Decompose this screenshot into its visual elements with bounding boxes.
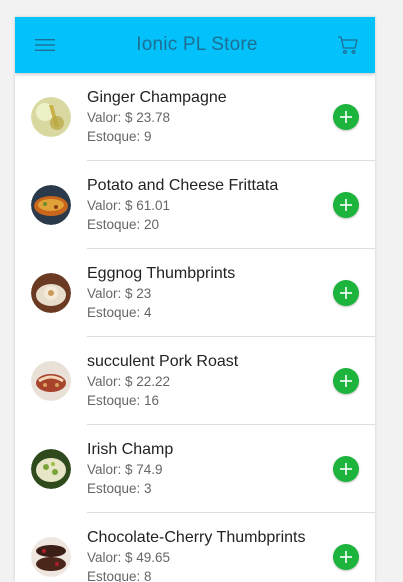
product-list-item[interactable]: Potato and Cheese Frittata Valor: $ 61.01… bbox=[15, 161, 375, 249]
add-to-cart-button[interactable] bbox=[333, 368, 359, 394]
cart-icon bbox=[338, 36, 358, 55]
menu-icon bbox=[35, 39, 55, 51]
product-list-item[interactable]: Ginger Champagne Valor: $ 23.78 Estoque: 9 bbox=[15, 73, 375, 161]
add-to-cart-button[interactable] bbox=[333, 192, 359, 218]
product-list-item[interactable]: succulent Pork Roast Valor: $ 22.22 Estoqu… bbox=[15, 337, 375, 425]
plus-icon bbox=[340, 463, 352, 475]
product-list-item[interactable]: Irish Champ Valor: $ 74.9 Estoque: 3 bbox=[15, 425, 375, 513]
menu-button[interactable] bbox=[33, 32, 59, 58]
add-to-cart-button[interactable] bbox=[333, 544, 359, 570]
product-info: Potato and Cheese Frittata Valor: $ 61.01… bbox=[87, 176, 333, 234]
product-stock: Estoque: 16 bbox=[87, 393, 160, 408]
product-price: Valor: $ 23.78 bbox=[87, 110, 171, 125]
product-name: Ginger Champagne bbox=[87, 89, 227, 106]
toolbar: Ionic PL Store bbox=[15, 17, 375, 73]
product-price: Valor: $ 23 bbox=[87, 286, 152, 301]
product-price: Valor: $ 74.9 bbox=[87, 462, 163, 477]
plus-icon bbox=[340, 375, 352, 387]
product-thumbnail bbox=[31, 97, 71, 137]
product-info: Eggnog Thumbprints Valor: $ 23 Estoque: 4 bbox=[87, 264, 333, 322]
product-thumbnail bbox=[31, 449, 71, 489]
product-list-item[interactable]: Eggnog Thumbprints Valor: $ 23 Estoque: 4 bbox=[15, 249, 375, 337]
plus-icon bbox=[340, 287, 352, 299]
plus-icon bbox=[340, 551, 352, 563]
product-thumbnail bbox=[31, 361, 71, 401]
product-list-item[interactable]: Chocolate-Cherry Thumbprints Valor: $ 49.… bbox=[15, 513, 375, 582]
product-name: Chocolate-Cherry Thumbprints bbox=[87, 529, 306, 546]
cart-button[interactable] bbox=[335, 32, 361, 58]
product-name: Eggnog Thumbprints bbox=[87, 265, 236, 282]
product-stock: Estoque: 4 bbox=[87, 305, 152, 320]
page-title: Ionic PL Store bbox=[136, 34, 258, 55]
product-list: Ginger Champagne Valor: $ 23.78 Estoque: 9… bbox=[15, 73, 375, 582]
plus-icon bbox=[340, 199, 352, 211]
product-price: Valor: $ 61.01 bbox=[87, 198, 171, 213]
product-thumbnail bbox=[31, 185, 71, 225]
product-info: succulent Pork Roast Valor: $ 22.22 Estoqu… bbox=[87, 352, 333, 410]
product-price: Valor: $ 49.65 bbox=[87, 550, 171, 565]
product-info: Ginger Champagne Valor: $ 23.78 Estoque: 9 bbox=[87, 88, 333, 146]
product-stock: Estoque: 3 bbox=[87, 481, 152, 496]
product-stock: Estoque: 20 bbox=[87, 217, 160, 232]
product-name: Potato and Cheese Frittata bbox=[87, 177, 279, 194]
product-stock: Estoque: 8 bbox=[87, 569, 152, 582]
product-name: succulent Pork Roast bbox=[87, 353, 239, 370]
product-price: Valor: $ 22.22 bbox=[87, 374, 171, 389]
plus-icon bbox=[340, 111, 352, 123]
add-to-cart-button[interactable] bbox=[333, 280, 359, 306]
product-thumbnail bbox=[31, 537, 71, 577]
product-stock: Estoque: 9 bbox=[87, 129, 152, 144]
add-to-cart-button[interactable] bbox=[333, 104, 359, 130]
product-info: Irish Champ Valor: $ 74.9 Estoque: 3 bbox=[87, 440, 333, 498]
add-to-cart-button[interactable] bbox=[333, 456, 359, 482]
product-name: Irish Champ bbox=[87, 441, 174, 458]
product-info: Chocolate-Cherry Thumbprints Valor: $ 49.… bbox=[87, 528, 333, 582]
product-thumbnail bbox=[31, 273, 71, 313]
app-window: Ionic PL Store Ginger Champagne Valor: $ … bbox=[15, 17, 375, 582]
